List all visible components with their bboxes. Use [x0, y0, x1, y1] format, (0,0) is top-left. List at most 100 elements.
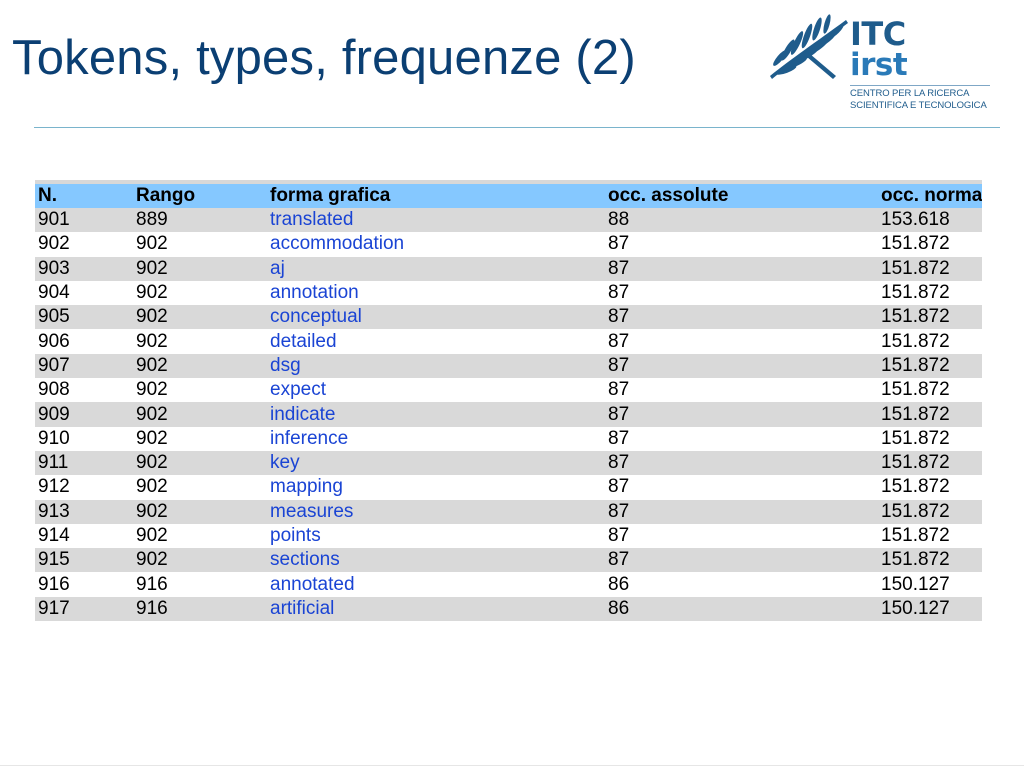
table-row: 909 902 indicate 87 151.872 — [35, 402, 982, 427]
table-row: 906 902 detailed 87 151.872 — [35, 329, 982, 354]
cell-rank: 916 — [133, 596, 267, 622]
cell-number: 907 — [35, 353, 133, 379]
column-header-rank: Rango — [133, 180, 267, 208]
cell-form[interactable]: inference — [267, 426, 605, 451]
cell-normalized: 151.872 — [878, 499, 982, 524]
cell-number: 912 — [35, 475, 133, 500]
cell-normalized: 150.127 — [878, 572, 982, 597]
logo-divider — [850, 85, 990, 86]
olive-branch-icon — [770, 14, 848, 79]
cell-rank: 902 — [133, 329, 267, 354]
cell-absolute: 87 — [605, 232, 878, 257]
cell-absolute: 87 — [605, 426, 878, 451]
cell-absolute: 87 — [605, 329, 878, 354]
cell-number: 906 — [35, 329, 133, 354]
page-title: Tokens, types, frequenze (2) — [12, 31, 636, 85]
table-row: 913 902 measures 87 151.872 — [35, 499, 982, 524]
table-row: 904 902 annotation 87 151.872 — [35, 280, 982, 306]
cell-rank: 902 — [133, 256, 267, 281]
cell-normalized: 151.872 — [878, 353, 982, 379]
cell-normalized: 151.872 — [878, 305, 982, 330]
cell-absolute: 87 — [605, 353, 878, 379]
cell-normalized: 151.872 — [878, 232, 982, 257]
table-row: 910 902 inference 87 151.872 — [35, 426, 982, 451]
cell-normalized: 151.872 — [878, 475, 982, 500]
table-row: 903 902 aj 87 151.872 — [35, 256, 982, 281]
cell-absolute: 86 — [605, 596, 878, 622]
table-row: 917 916 artificial 86 150.127 — [35, 596, 982, 622]
cell-number: 916 — [35, 572, 133, 597]
footer-divider — [0, 765, 1024, 766]
table-header-row: N. Rango forma grafica occ. assolute occ… — [35, 180, 982, 208]
cell-number: 910 — [35, 426, 133, 451]
cell-absolute: 87 — [605, 280, 878, 306]
cell-number: 904 — [35, 280, 133, 306]
table-row: 908 902 expect 87 151.872 — [35, 378, 982, 403]
cell-form[interactable]: expect — [267, 378, 605, 403]
cell-form[interactable]: translated — [267, 208, 605, 233]
logo-subtitle-line1: CENTRO PER LA RICERCA — [850, 88, 970, 99]
header-divider — [34, 127, 1000, 128]
cell-normalized: 151.872 — [878, 280, 982, 306]
cell-form[interactable]: sections — [267, 548, 605, 573]
cell-form[interactable]: annotated — [267, 572, 605, 597]
cell-normalized: 151.872 — [878, 378, 982, 403]
cell-rank: 902 — [133, 499, 267, 524]
cell-normalized: 151.872 — [878, 523, 982, 549]
cell-normalized: 150.127 — [878, 596, 982, 622]
table-body: 901 889 translated 88 153.618 902 902 accommoda… — [35, 208, 982, 622]
cell-form[interactable]: measures — [267, 499, 605, 524]
cell-absolute: 88 — [605, 208, 878, 233]
cell-number: 902 — [35, 232, 133, 257]
table-row: 912 902 mapping 87 151.872 — [35, 475, 982, 500]
table-row: 915 902 sections 87 151.872 — [35, 548, 982, 573]
cell-number: 905 — [35, 305, 133, 330]
cell-number: 914 — [35, 523, 133, 549]
table-row: 916 916 annotated 86 150.127 — [35, 572, 982, 597]
cell-absolute: 87 — [605, 402, 878, 427]
cell-number: 909 — [35, 402, 133, 427]
cell-form[interactable]: points — [267, 523, 605, 549]
table-row: 905 902 conceptual 87 151.872 — [35, 305, 982, 330]
cell-form[interactable]: key — [267, 450, 605, 476]
cell-rank: 902 — [133, 426, 267, 451]
cell-form[interactable]: annotation — [267, 280, 605, 306]
cell-number: 901 — [35, 208, 133, 233]
cell-form[interactable]: indicate — [267, 402, 605, 427]
cell-rank: 902 — [133, 548, 267, 573]
cell-form[interactable]: artificial — [267, 596, 605, 622]
cell-number: 908 — [35, 378, 133, 403]
logo-subtitle-line2: SCIENTIFICA E TECNOLOGICA — [850, 100, 987, 111]
cell-number: 913 — [35, 499, 133, 524]
cell-rank: 902 — [133, 280, 267, 306]
cell-normalized: 151.872 — [878, 256, 982, 281]
column-header-number: N. — [35, 180, 133, 208]
cell-number: 915 — [35, 548, 133, 573]
cell-absolute: 87 — [605, 256, 878, 281]
cell-normalized: 151.872 — [878, 329, 982, 354]
logo-irst-text: irst — [850, 47, 908, 83]
cell-rank: 902 — [133, 305, 267, 330]
cell-form[interactable]: aj — [267, 256, 605, 281]
cell-form[interactable]: mapping — [267, 475, 605, 500]
cell-rank: 902 — [133, 378, 267, 403]
column-header-absolute: occ. assolute — [605, 180, 878, 208]
cell-form[interactable]: conceptual — [267, 305, 605, 330]
column-header-form: forma grafica — [267, 180, 605, 208]
cell-rank: 902 — [133, 523, 267, 549]
cell-normalized: 151.872 — [878, 548, 982, 573]
cell-rank: 902 — [133, 402, 267, 427]
cell-rank: 889 — [133, 208, 267, 233]
cell-absolute: 87 — [605, 548, 878, 573]
cell-form[interactable]: dsg — [267, 353, 605, 379]
logo-itc-text: ITC — [850, 15, 906, 53]
cell-form[interactable]: accommodation — [267, 232, 605, 257]
column-header-normalized: occ. normalizzate — [878, 180, 982, 208]
cell-absolute: 86 — [605, 572, 878, 597]
cell-number: 917 — [35, 596, 133, 622]
cell-rank: 916 — [133, 572, 267, 597]
cell-form[interactable]: detailed — [267, 329, 605, 354]
cell-number: 911 — [35, 450, 133, 476]
cell-rank: 902 — [133, 353, 267, 379]
table-row: 901 889 translated 88 153.618 — [35, 208, 982, 233]
